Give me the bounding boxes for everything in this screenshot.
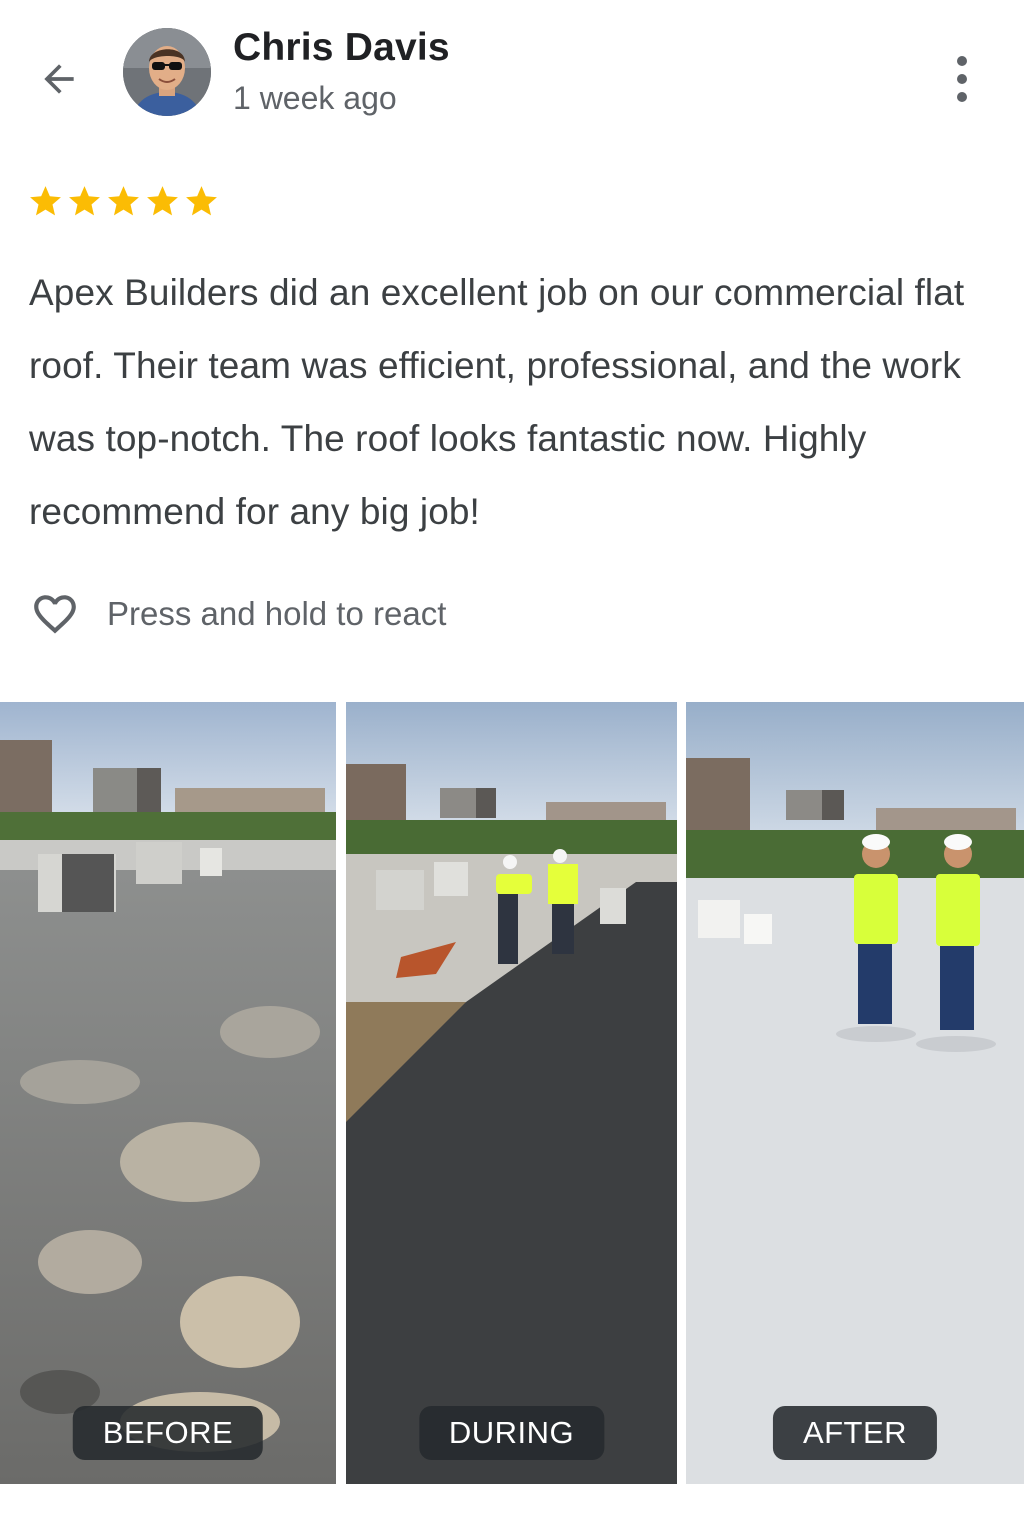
back-button[interactable] — [30, 50, 88, 108]
heart-outline-icon — [34, 595, 76, 634]
review-time: 1 week ago — [233, 80, 397, 116]
author-name[interactable]: Chris Davis — [233, 26, 450, 70]
react-label: Press and hold to react — [107, 595, 447, 632]
star-icon — [144, 183, 181, 220]
photo-after[interactable]: AFTER — [686, 702, 1024, 1484]
roof-during-image — [346, 702, 677, 1484]
photo-label: BEFORE — [72, 1406, 264, 1460]
roof-before-image — [0, 702, 336, 1484]
arrow-back-icon — [44, 64, 74, 94]
react-button[interactable]: Press and hold to react — [28, 585, 446, 643]
star-icon — [183, 183, 220, 220]
photo-before[interactable]: BEFORE — [0, 702, 336, 1484]
star-icon — [105, 183, 142, 220]
photo-during[interactable]: DURING — [346, 702, 677, 1484]
photo-label: DURING — [418, 1406, 605, 1460]
star-rating — [27, 183, 220, 220]
star-icon — [66, 183, 103, 220]
profile-photo — [123, 28, 211, 116]
photo-label: AFTER — [772, 1406, 938, 1460]
review-text: Apex Builders did an excellent job on ou… — [29, 272, 965, 532]
more-vert-icon — [957, 56, 967, 66]
star-icon — [27, 183, 64, 220]
more-options-button[interactable] — [938, 50, 986, 108]
roof-after-image — [686, 702, 1024, 1484]
avatar[interactable] — [123, 28, 211, 116]
